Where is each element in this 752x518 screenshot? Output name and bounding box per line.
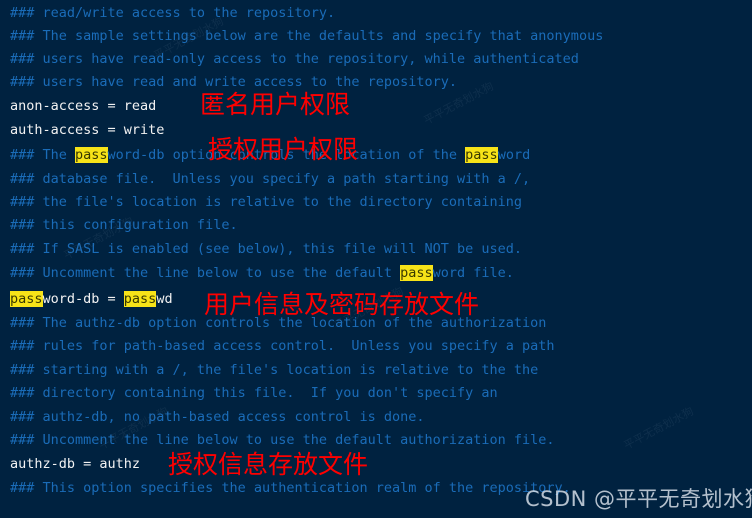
code-text: authz-db = authz [10, 456, 141, 472]
code-text: ### rules for path-based access control.… [10, 338, 555, 354]
code-editor-text[interactable]: ### read/write access to the repository.… [0, 0, 752, 518]
code-line-21[interactable]: ### This option specifies the authentica… [10, 477, 571, 500]
code-line-20[interactable]: authz-db = authz [10, 453, 140, 476]
search-highlight: pass [10, 291, 43, 307]
code-text: word file. [432, 265, 514, 281]
code-text: ### directory containing this file. If y… [10, 385, 498, 401]
annotation-anon-access-note: 匿名用户权限 [200, 90, 351, 119]
search-highlight: pass [400, 265, 433, 281]
code-line-19[interactable]: ### Uncomment the line below to use the … [10, 429, 555, 452]
code-line-11[interactable]: ### If SASL is enabled (see below), this… [10, 238, 522, 261]
code-line-5[interactable]: anon-access = read [10, 95, 156, 118]
code-line-18[interactable]: ### authz-db, no path-based access contr… [10, 406, 425, 429]
annotation-auth-access-note: 授权用户权限 [208, 135, 359, 164]
code-text: ### The sample settings below are the de… [10, 28, 604, 44]
code-text: auth-access = write [10, 122, 165, 138]
code-text: ### read/write access to the repository. [10, 5, 336, 21]
code-text: ### If SASL is enabled (see below), this… [10, 241, 523, 257]
code-text: word [497, 147, 531, 163]
code-line-8[interactable]: ### database file. Unless you specify a … [10, 168, 530, 191]
code-text: ### starting with a /, the file's locati… [10, 362, 539, 378]
code-line-3[interactable]: ### users have read-only access to the r… [10, 48, 579, 71]
annotation-authz-db-note: 授权信息存放文件 [168, 450, 369, 479]
code-line-13[interactable]: password-db = passwd [10, 288, 173, 311]
csdn-watermark: CSDN @平平无奇划水狗 [525, 487, 752, 511]
code-line-16[interactable]: ### starting with a /, the file's locati… [10, 359, 538, 382]
code-text: ### this configuration file. [10, 217, 238, 233]
code-text: ### database file. Unless you specify a … [10, 171, 531, 187]
search-highlight: pass [465, 147, 498, 163]
code-line-2[interactable]: ### The sample settings below are the de… [10, 25, 603, 48]
code-text: ### Uncomment the line below to use the … [10, 432, 555, 448]
code-line-17[interactable]: ### directory containing this file. If y… [10, 382, 498, 405]
code-text: wd [156, 291, 173, 307]
code-line-1[interactable]: ### read/write access to the repository. [10, 2, 335, 25]
code-text: word-db = [42, 291, 124, 307]
code-text: ### authz-db, no path-based access contr… [10, 409, 425, 425]
search-highlight: pass [75, 147, 108, 163]
search-highlight: pass [123, 291, 157, 307]
code-line-6[interactable]: auth-access = write [10, 119, 164, 142]
annotation-password-db-note: 用户信息及密码存放文件 [204, 290, 480, 319]
code-text: ### users have read-only access to the r… [10, 51, 579, 67]
code-line-12[interactable]: ### Uncomment the line below to use the … [10, 262, 514, 285]
code-text: ### users have read and write access to … [10, 74, 458, 90]
code-text: ### The [10, 147, 76, 163]
code-text: ### the file's location is relative to t… [10, 194, 523, 210]
svn-conf-screenshot: ### read/write access to the repository.… [0, 0, 752, 518]
code-text: ### This option specifies the authentica… [10, 480, 571, 496]
code-line-15[interactable]: ### rules for path-based access control.… [10, 335, 555, 358]
code-text: anon-access = read [10, 98, 157, 114]
code-line-9[interactable]: ### the file's location is relative to t… [10, 191, 522, 214]
code-text: ### Uncomment the line below to use the … [10, 265, 401, 281]
code-line-10[interactable]: ### this configuration file. [10, 214, 238, 237]
